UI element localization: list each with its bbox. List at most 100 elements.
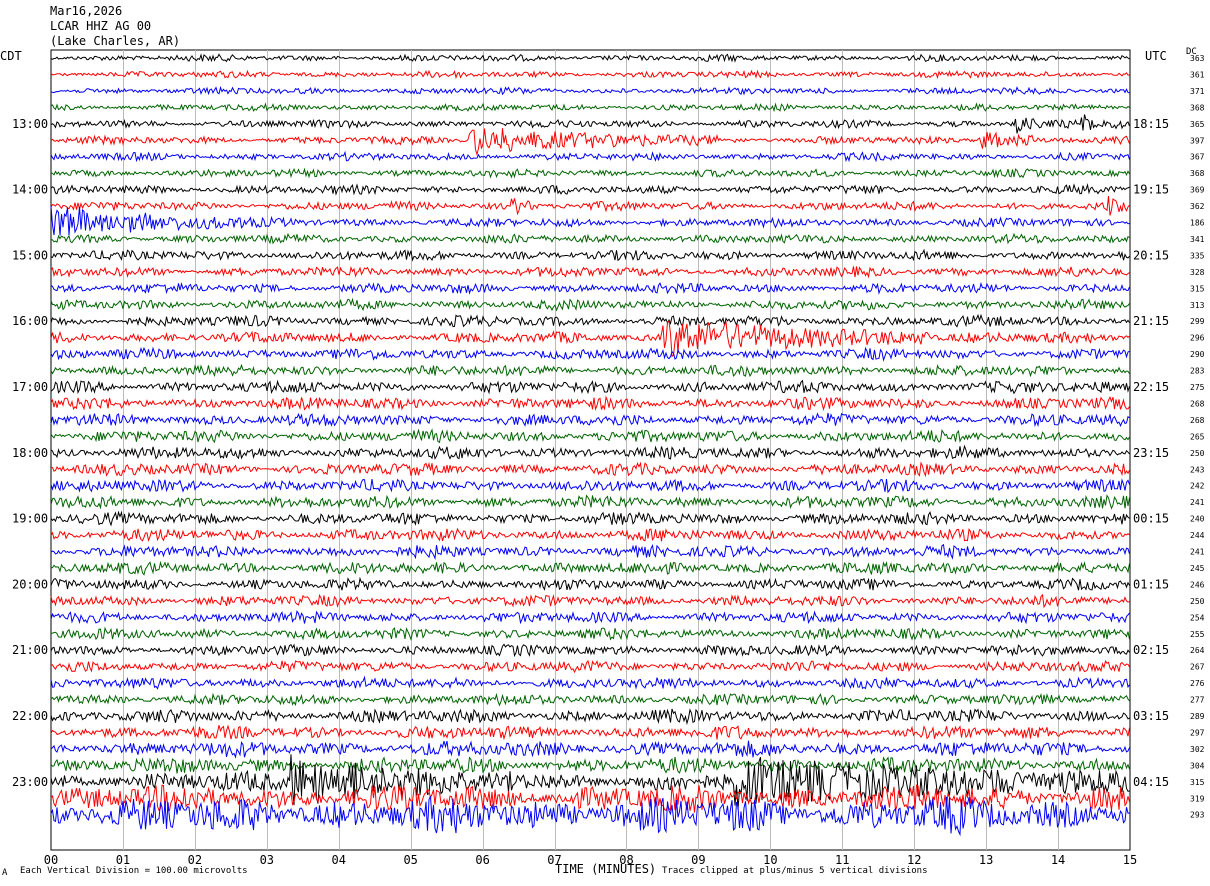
right-hour-label: 21:15 bbox=[1133, 314, 1169, 328]
dc-value-label: 302 bbox=[1190, 745, 1205, 754]
right-hour-label: 04:15 bbox=[1133, 775, 1169, 789]
trace-line bbox=[50, 675, 1130, 690]
trace-line bbox=[50, 248, 1130, 262]
dc-value-label: 240 bbox=[1190, 515, 1205, 524]
left-hour-label: 15:00 bbox=[12, 248, 48, 262]
dc-value-label: 367 bbox=[1190, 153, 1205, 162]
right-hour-label: 19:15 bbox=[1133, 183, 1169, 197]
dc-value-label: 275 bbox=[1190, 383, 1205, 392]
right-hour-label: 01:15 bbox=[1133, 577, 1169, 591]
dc-value-label: 267 bbox=[1190, 663, 1205, 672]
dc-value-label: 242 bbox=[1190, 482, 1205, 491]
dc-value-label: 397 bbox=[1190, 136, 1205, 145]
dc-value-label: 255 bbox=[1190, 630, 1205, 639]
trace-line bbox=[50, 740, 1130, 759]
x-tick-label: 03 bbox=[260, 853, 274, 867]
x-tick-label: 01 bbox=[116, 853, 130, 867]
left-hour-label: 21:00 bbox=[12, 643, 48, 657]
dc-value-label: 315 bbox=[1190, 778, 1205, 787]
dc-value-label: 297 bbox=[1190, 728, 1205, 737]
dc-value-label: 283 bbox=[1190, 367, 1205, 376]
left-hour-label: 22:00 bbox=[12, 709, 48, 723]
dc-value-label: 290 bbox=[1190, 350, 1205, 359]
trace-line bbox=[50, 626, 1130, 642]
dc-value-label: 289 bbox=[1190, 712, 1205, 721]
dc-value-label: 371 bbox=[1190, 87, 1205, 96]
trace-line bbox=[50, 510, 1130, 527]
trace-line bbox=[50, 643, 1130, 658]
dc-value-label: 369 bbox=[1190, 186, 1205, 195]
trace-line bbox=[50, 395, 1130, 412]
trace-line bbox=[50, 183, 1130, 196]
x-tick-label: 02 bbox=[188, 853, 202, 867]
dc-value-label: 365 bbox=[1190, 120, 1205, 129]
dc-value-label: 319 bbox=[1190, 794, 1205, 803]
right-hour-label: 00:15 bbox=[1133, 512, 1169, 526]
x-tick-label: 14 bbox=[1051, 853, 1065, 867]
right-hour-label: 02:15 bbox=[1133, 643, 1169, 657]
trace-line bbox=[50, 167, 1130, 179]
scale-note: Each Vertical Division = 100.00 microvol… bbox=[20, 866, 248, 876]
dc-value-label: 368 bbox=[1190, 103, 1205, 112]
dc-value-label: 335 bbox=[1190, 251, 1205, 260]
trace-line bbox=[50, 692, 1130, 707]
trace-line bbox=[50, 708, 1130, 726]
x-tick-label: 00 bbox=[44, 853, 58, 867]
trace-line bbox=[50, 128, 1130, 157]
dc-value-label: 277 bbox=[1190, 696, 1205, 705]
left-hour-label: 14:00 bbox=[12, 183, 48, 197]
left-hour-label: 23:00 bbox=[12, 775, 48, 789]
trace-line bbox=[50, 346, 1130, 362]
dc-value-label: 362 bbox=[1190, 202, 1205, 211]
trace-line bbox=[50, 543, 1130, 561]
dc-value-label: 245 bbox=[1190, 564, 1205, 573]
dc-value-label: 299 bbox=[1190, 317, 1205, 326]
trace-line bbox=[50, 478, 1130, 494]
x-tick-label: 13 bbox=[979, 853, 993, 867]
dc-value-label: 363 bbox=[1190, 54, 1205, 63]
trace-line bbox=[50, 756, 1130, 774]
trace-line bbox=[50, 461, 1130, 478]
dc-value-label: 293 bbox=[1190, 811, 1205, 820]
trace-line bbox=[50, 313, 1130, 329]
dc-value-label: 250 bbox=[1190, 597, 1205, 606]
trace-line bbox=[50, 265, 1130, 279]
trace-line bbox=[50, 576, 1130, 591]
dc-value-label: 241 bbox=[1190, 548, 1205, 557]
right-hour-label: 22:15 bbox=[1133, 380, 1169, 394]
dc-value-label: 264 bbox=[1190, 646, 1205, 655]
dc-value-label: 244 bbox=[1190, 531, 1205, 540]
trace-line bbox=[50, 150, 1130, 163]
trace-line bbox=[50, 85, 1130, 96]
trace-line bbox=[50, 363, 1130, 378]
traces-group bbox=[50, 53, 1130, 837]
trace-line bbox=[50, 428, 1130, 444]
trace-line bbox=[50, 610, 1130, 625]
dc-value-label: 246 bbox=[1190, 580, 1205, 589]
trace-line bbox=[50, 724, 1130, 741]
dc-value-label: 254 bbox=[1190, 613, 1205, 622]
dc-value-label: 304 bbox=[1190, 761, 1205, 770]
trace-line bbox=[50, 494, 1130, 510]
dc-value-label: 265 bbox=[1190, 432, 1205, 441]
dc-value-label: 296 bbox=[1190, 334, 1205, 343]
x-axis-title: TIME (MINUTES) bbox=[555, 862, 657, 876]
trace-line bbox=[50, 114, 1130, 134]
trace-line bbox=[50, 205, 1130, 236]
left-hour-label: 20:00 bbox=[12, 577, 48, 591]
trace-line bbox=[50, 659, 1130, 674]
dc-value-label: 186 bbox=[1190, 219, 1205, 228]
trace-line bbox=[50, 53, 1130, 63]
right-hour-label: 18:15 bbox=[1133, 117, 1169, 131]
trace-line bbox=[50, 527, 1130, 542]
left-hour-label: 19:00 bbox=[12, 512, 48, 526]
right-hour-label: 03:15 bbox=[1133, 709, 1169, 723]
dc-value-label: 368 bbox=[1190, 169, 1205, 178]
x-tick-label: 09 bbox=[691, 853, 705, 867]
x-tick-label: 06 bbox=[475, 853, 489, 867]
dc-value-label: 315 bbox=[1190, 284, 1205, 293]
dc-value-label: 313 bbox=[1190, 301, 1205, 310]
dc-value-label: 241 bbox=[1190, 498, 1205, 507]
dc-value-label: 361 bbox=[1190, 70, 1205, 79]
right-hour-label: 20:15 bbox=[1133, 248, 1169, 262]
